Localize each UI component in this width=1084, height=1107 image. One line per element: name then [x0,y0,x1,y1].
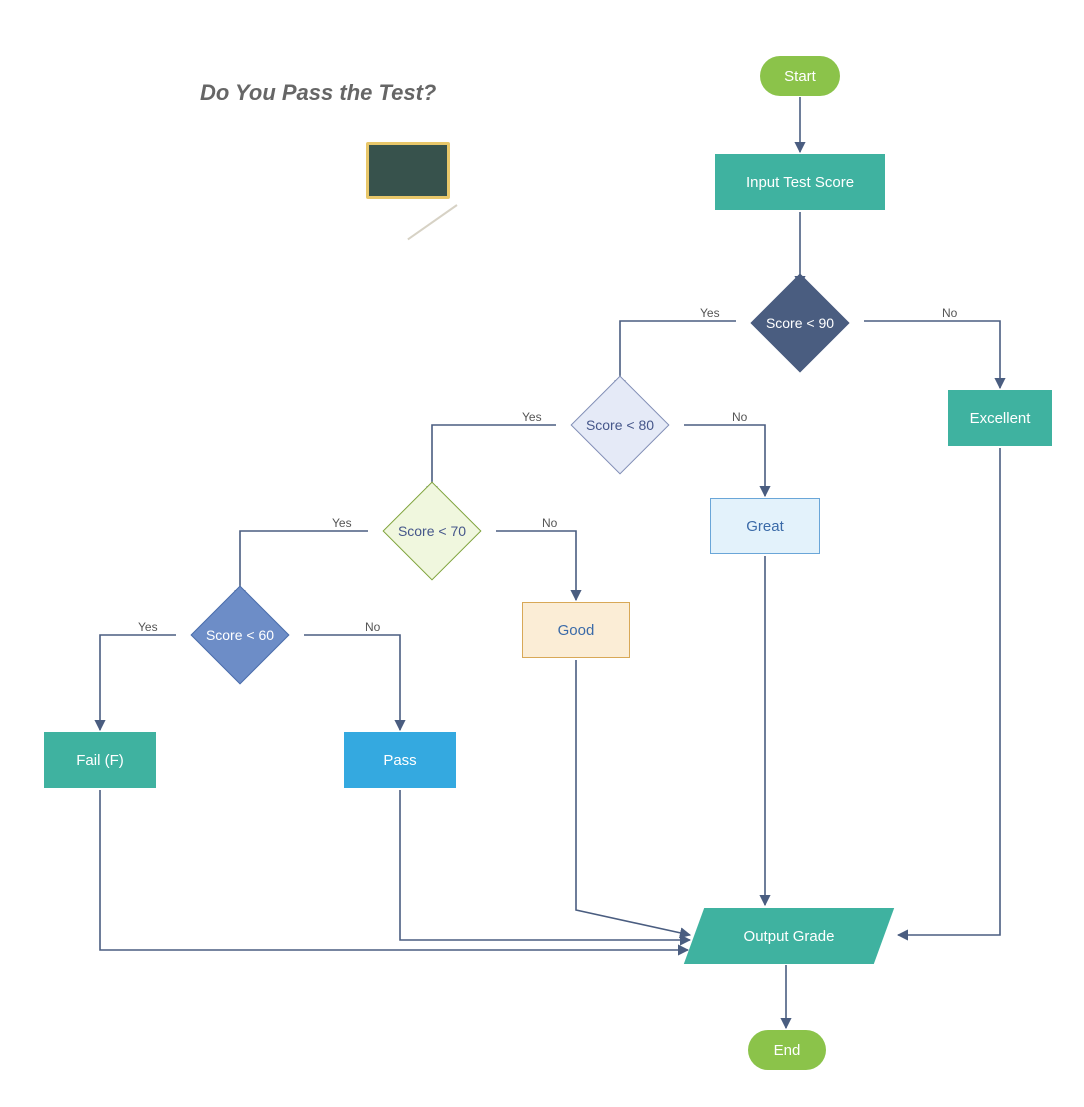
decision-label: Score < 70 [369,496,495,566]
edge-label-no: No [365,620,380,634]
decision-score-80: Score < 80 [585,390,655,460]
edge-label-yes: Yes [332,516,352,530]
output-label: Output Grade [694,908,884,964]
decision-score-90: Score < 90 [765,288,835,358]
outcome-pass: Pass [344,732,456,788]
decision-label: Score < 60 [177,600,303,670]
outcome-good: Good [522,602,630,658]
outcome-great: Great [710,498,820,554]
outcome-fail: Fail (F) [44,732,156,788]
outcome-excellent: Excellent [948,390,1052,446]
edge-label-no: No [732,410,747,424]
decision-score-60: Score < 60 [205,600,275,670]
decision-score-70: Score < 70 [397,496,467,566]
edge-label-no: No [542,516,557,530]
decision-label: Score < 90 [737,288,863,358]
end-node: End [748,1030,826,1070]
output-node: Output Grade [694,908,884,964]
edge-label-yes: Yes [138,620,158,634]
edge-label-yes: Yes [522,410,542,424]
flowchart-canvas: Do You Pass the Test? [0,0,1084,1107]
start-node: Start [760,56,840,96]
edge-label-no: No [942,306,957,320]
edge-label-yes: Yes [700,306,720,320]
decision-label: Score < 80 [557,390,683,460]
input-node: Input Test Score [715,154,885,210]
connectors [0,0,1084,1107]
